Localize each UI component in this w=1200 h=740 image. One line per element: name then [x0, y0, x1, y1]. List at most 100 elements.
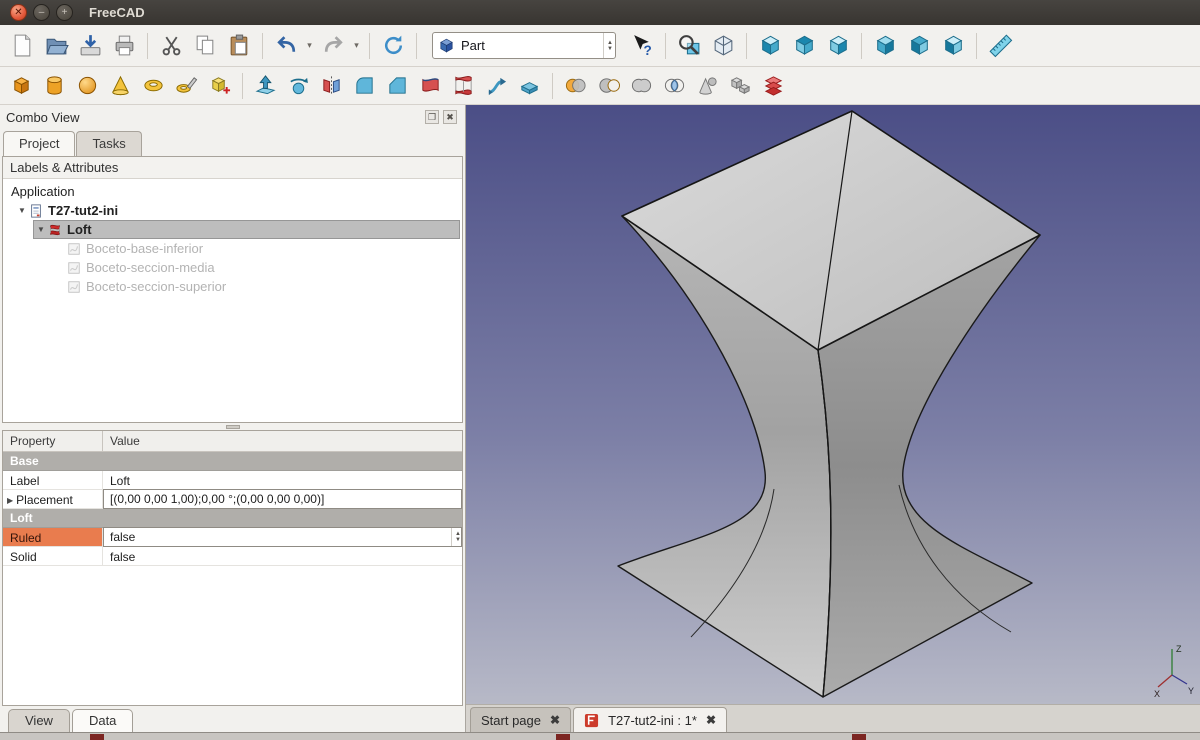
property-row-solid: Solid false — [3, 547, 462, 566]
dock-close-button[interactable]: ✖ — [443, 110, 457, 124]
bottom-view-button[interactable] — [903, 30, 935, 62]
primitives-icon — [175, 74, 198, 97]
property-view-tabs: View Data — [0, 706, 465, 732]
property-name: Solid — [3, 547, 103, 565]
print-button[interactable] — [108, 30, 140, 62]
property-value[interactable]: Loft — [103, 471, 462, 489]
rear-view-cube-icon — [873, 33, 898, 58]
tab-data[interactable]: Data — [72, 709, 133, 732]
window-maximize-button[interactable]: + — [56, 4, 73, 21]
ruled-value-field[interactable]: false ▲▼ — [103, 527, 462, 547]
3d-scene[interactable]: Z X Y — [466, 105, 1200, 704]
property-editor: Property Value Base Label Loft ▶Placemen… — [2, 430, 463, 706]
expander-icon[interactable]: ▼ — [15, 206, 29, 215]
screen-edge-fragment — [852, 734, 866, 740]
tab-project[interactable]: Project — [3, 131, 75, 156]
loft-button[interactable] — [448, 71, 479, 101]
ruled-spinner[interactable]: ▲▼ — [451, 528, 461, 546]
chamfer-button[interactable] — [382, 71, 413, 101]
window-minimize-button[interactable]: – — [33, 4, 50, 21]
panel-splitter[interactable] — [0, 423, 465, 430]
splitter-grip[interactable] — [226, 425, 240, 429]
dock-float-button[interactable]: ❐ — [425, 110, 439, 124]
tree-item-document[interactable]: ▼ T27-tut2-ini — [3, 201, 462, 220]
undo-button[interactable] — [270, 30, 302, 62]
intersection-button[interactable] — [659, 71, 690, 101]
tree-item-sketch-1[interactable]: Boceto-base-inferior — [3, 239, 462, 258]
open-folder-icon — [44, 33, 69, 58]
right-view-button[interactable] — [822, 30, 854, 62]
window-close-button[interactable]: ✕ — [10, 4, 27, 21]
copy-button[interactable] — [189, 30, 221, 62]
property-row-placement: ▶Placement [(0,00 0,00 1,00);0,00 °;(0,0… — [3, 490, 462, 509]
cross-sections-icon — [762, 74, 785, 97]
refresh-button[interactable] — [377, 30, 409, 62]
print-icon — [112, 33, 137, 58]
convert-to-solid-button[interactable] — [692, 71, 723, 101]
revolve-button[interactable] — [283, 71, 314, 101]
torus-button[interactable] — [138, 71, 169, 101]
fillet-icon — [353, 74, 376, 97]
close-tab-icon[interactable]: ✖ — [550, 713, 560, 727]
undo-dropdown[interactable]: ▾ — [304, 40, 315, 51]
fillet-button[interactable] — [349, 71, 380, 101]
cylinder-button[interactable] — [39, 71, 70, 101]
cone-button[interactable] — [105, 71, 136, 101]
shape-builder-button[interactable] — [204, 71, 235, 101]
whats-this-icon: ? — [630, 33, 655, 58]
tab-view[interactable]: View — [8, 709, 70, 732]
selected-highlight: ▼ Loft — [33, 220, 460, 239]
top-view-button[interactable] — [788, 30, 820, 62]
sweep-icon — [485, 74, 508, 97]
cross-sections-button[interactable] — [758, 71, 789, 101]
placement-value-field[interactable]: [(0,00 0,00 1,00);0,00 °;(0,00 0,00 0,00… — [103, 489, 462, 509]
tab-start-page[interactable]: Start page ✖ — [470, 707, 571, 732]
box-button[interactable] — [6, 71, 37, 101]
extrude-button[interactable] — [250, 71, 281, 101]
redo-dropdown[interactable]: ▾ — [351, 40, 362, 51]
tree-item-application[interactable]: Application — [3, 182, 462, 201]
tab-document[interactable]: T27-tut2-ini : 1* ✖ — [573, 707, 727, 732]
open-button[interactable] — [40, 30, 72, 62]
whats-this-button[interactable]: ? — [626, 30, 658, 62]
toolbar-separator — [416, 33, 417, 59]
tree-item-sketch-3[interactable]: Boceto-seccion-superior — [3, 277, 462, 296]
cut-button[interactable] — [155, 30, 187, 62]
tree-item-sketch-2[interactable]: Boceto-seccion-media — [3, 258, 462, 277]
cut-boolean-button[interactable] — [593, 71, 624, 101]
new-document-button[interactable] — [6, 30, 38, 62]
tree-item-loft[interactable]: ▼ Loft — [3, 220, 462, 239]
workbench-selector[interactable]: Part ▲▼ — [432, 32, 616, 59]
tab-tasks[interactable]: Tasks — [76, 131, 141, 156]
document-icon — [29, 204, 43, 218]
sphere-button[interactable] — [72, 71, 103, 101]
sweep-button[interactable] — [481, 71, 512, 101]
value-column-header: Value — [103, 431, 462, 451]
axonometric-view-button[interactable] — [707, 30, 739, 62]
solid-shapes-icon — [696, 74, 719, 97]
workbench-spinner[interactable]: ▲▼ — [603, 33, 613, 58]
mirror-button[interactable] — [316, 71, 347, 101]
left-view-button[interactable] — [937, 30, 969, 62]
section-button[interactable] — [514, 71, 545, 101]
front-view-button[interactable] — [754, 30, 786, 62]
expander-icon[interactable]: ▼ — [34, 225, 48, 234]
union-button[interactable] — [626, 71, 657, 101]
property-value[interactable]: false — [103, 547, 462, 565]
measure-distance-button[interactable] — [984, 30, 1016, 62]
redo-button[interactable] — [317, 30, 349, 62]
axis-x-label: X — [1154, 689, 1160, 699]
expand-placement-icon[interactable]: ▶ — [7, 496, 13, 505]
rear-view-button[interactable] — [869, 30, 901, 62]
boolean-button[interactable] — [560, 71, 591, 101]
fit-all-button[interactable] — [673, 30, 705, 62]
viewport-3d[interactable]: Z X Y — [466, 105, 1200, 704]
create-primitives-button[interactable] — [171, 71, 202, 101]
paste-button[interactable] — [223, 30, 255, 62]
ruled-surface-button[interactable] — [415, 71, 446, 101]
compound-button[interactable] — [725, 71, 756, 101]
save-button[interactable] — [74, 30, 106, 62]
tree-item-label: Application — [11, 184, 75, 199]
close-tab-icon[interactable]: ✖ — [706, 713, 716, 727]
document-tab-bar: Start page ✖ T27-tut2-ini : 1* ✖ — [466, 704, 1200, 732]
